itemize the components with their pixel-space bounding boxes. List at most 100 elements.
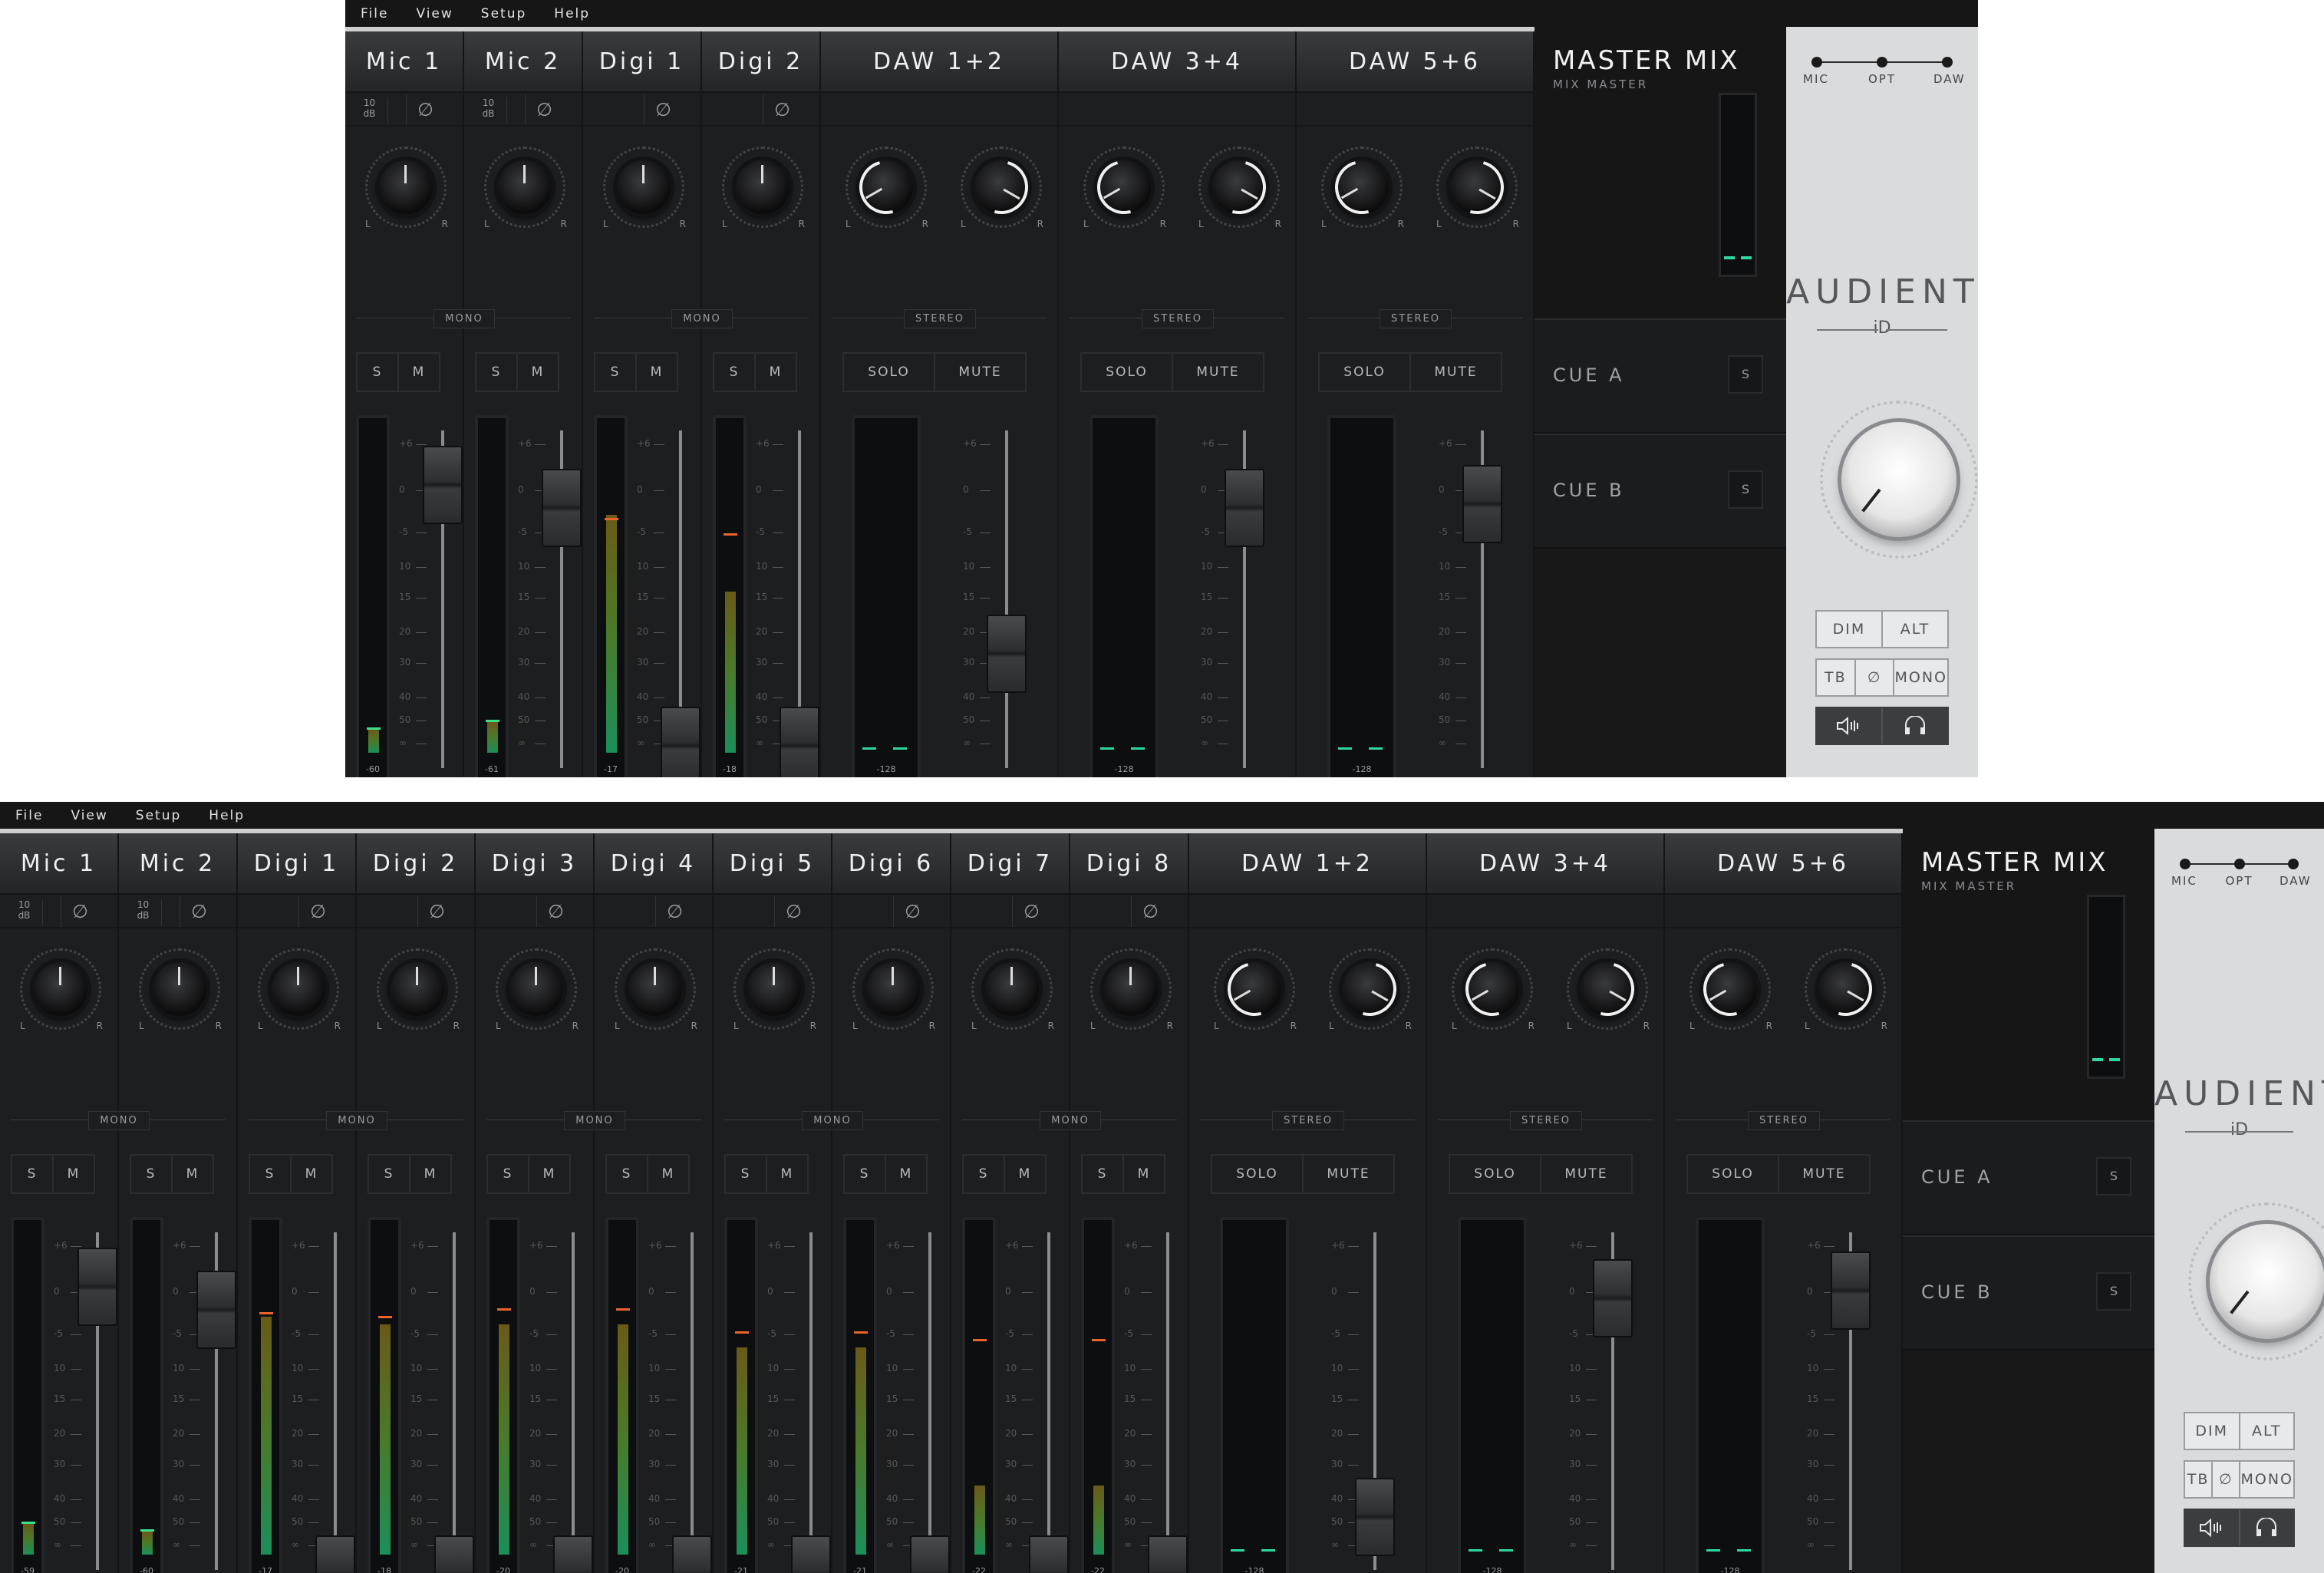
pan-knob[interactable]: LR [592, 139, 692, 254]
pan-knob[interactable]: LR [1073, 139, 1172, 254]
volume-fader[interactable] [553, 1535, 593, 1573]
source-selector[interactable]: MIC OPT DAW [1803, 57, 1964, 86]
volume-fader[interactable] [1355, 1478, 1395, 1556]
link-mode-toggle[interactable]: MONO [345, 309, 583, 328]
pan-knob[interactable]: LR [247, 941, 347, 1056]
channel-name[interactable]: Mic 2 [119, 833, 236, 895]
phase-invert-button[interactable]: ∅ [525, 94, 563, 125]
source-dot-icon[interactable] [2180, 859, 2190, 869]
pan-knob[interactable]: LR [835, 139, 935, 254]
mute-button[interactable]: M [637, 354, 677, 391]
mute-button[interactable]: M [410, 1156, 450, 1192]
phase-button[interactable]: ∅ [2213, 1462, 2241, 1497]
volume-fader[interactable] [434, 1535, 474, 1573]
solo-button[interactable]: S [726, 1156, 767, 1192]
phase-invert-button[interactable]: ∅ [1131, 896, 1169, 927]
menu-file[interactable]: File [15, 808, 43, 823]
solo-button[interactable]: S [1083, 1156, 1124, 1192]
talkback-button[interactable]: TB [1817, 660, 1856, 695]
mute-button[interactable]: M [648, 1156, 688, 1192]
channel-name[interactable]: Digi 8 [1070, 833, 1188, 895]
dim-button[interactable]: DIM [1817, 612, 1883, 647]
cue-b-mix[interactable]: CUE B S [1903, 1235, 2154, 1350]
channel-name[interactable]: Digi 2 [702, 31, 819, 93]
volume-fader[interactable] [196, 1271, 236, 1349]
volume-fader[interactable] [1148, 1535, 1188, 1573]
source-dot-icon[interactable] [1811, 57, 1822, 68]
source-dot-icon[interactable] [1877, 57, 1887, 68]
volume-fader[interactable] [1225, 469, 1264, 547]
pan-knob[interactable]: LR [842, 941, 941, 1056]
link-mode-toggle[interactable]: MONO [583, 309, 821, 328]
mute-button[interactable]: MUTE [1304, 1156, 1393, 1192]
mute-button[interactable]: M [767, 1156, 807, 1192]
solo-button[interactable]: SOLO [1082, 354, 1173, 391]
volume-fader[interactable] [77, 1248, 117, 1326]
solo-button[interactable]: S [369, 1156, 410, 1192]
phase-invert-button[interactable]: ∅ [893, 896, 931, 927]
monitor-volume-knob[interactable] [2210, 1224, 2324, 1339]
menu-view[interactable]: View [416, 6, 453, 21]
channel-name[interactable]: Digi 7 [951, 833, 1069, 895]
link-mode-toggle[interactable]: STEREO [1059, 309, 1297, 328]
pan-knob[interactable]: LR [1203, 941, 1303, 1056]
phase-invert-button[interactable]: ∅ [644, 94, 682, 125]
phase-invert-button[interactable]: ∅ [298, 896, 337, 927]
link-mode-toggle[interactable]: MONO [0, 1111, 238, 1130]
phase-invert-button[interactable]: ∅ [180, 896, 218, 927]
mute-button[interactable]: M [399, 354, 439, 391]
pan-knob[interactable]: LR [485, 941, 585, 1056]
solo-button[interactable]: S [488, 1156, 529, 1192]
channel-name[interactable]: Mic 1 [0, 833, 117, 895]
solo-button[interactable]: SOLO [1212, 1156, 1304, 1192]
cue-a-solo-button[interactable]: S [2096, 1157, 2131, 1195]
alt-button[interactable]: ALT [2240, 1413, 2294, 1449]
monitor-volume-knob[interactable] [1841, 422, 1956, 537]
phase-invert-button[interactable]: ∅ [536, 896, 575, 927]
speaker-icon[interactable] [2185, 1510, 2240, 1545]
pan-knob[interactable]: LR [1080, 941, 1179, 1056]
cue-a-mix[interactable]: CUE A S [1903, 1120, 2154, 1235]
channel-name[interactable]: Digi 3 [476, 833, 593, 895]
phase-invert-button[interactable]: ∅ [774, 896, 813, 927]
source-selector[interactable]: MIC OPT DAW [2171, 859, 2310, 888]
solo-button[interactable]: SOLO [1450, 1156, 1541, 1192]
menu-file[interactable]: File [361, 6, 388, 21]
mute-button[interactable]: M [886, 1156, 926, 1192]
phase-invert-button[interactable]: ∅ [61, 896, 99, 927]
mute-button[interactable]: M [173, 1156, 213, 1192]
channel-name[interactable]: DAW 5+6 [1297, 31, 1533, 93]
volume-fader[interactable] [791, 1535, 831, 1573]
menu-setup[interactable]: Setup [136, 808, 181, 823]
cue-b-solo-button[interactable]: S [2096, 1272, 2131, 1311]
gain-readout[interactable]: 10 dB [351, 97, 388, 124]
link-mode-toggle[interactable]: MONO [714, 1111, 951, 1130]
gain-readout[interactable]: 10 dB [125, 899, 162, 925]
gain-readout[interactable]: 10 dB [6, 899, 43, 925]
volume-fader[interactable] [542, 469, 582, 547]
channel-name[interactable]: DAW 1+2 [1189, 833, 1426, 895]
mute-button[interactable]: MUTE [1779, 1156, 1869, 1192]
pan-knob[interactable]: LR [1556, 941, 1656, 1056]
pan-knob[interactable]: LR [711, 139, 811, 254]
pan-knob[interactable]: LR [9, 941, 109, 1056]
cue-b-solo-button[interactable]: S [1728, 470, 1763, 509]
volume-fader[interactable] [1593, 1259, 1633, 1337]
pan-knob[interactable]: LR [1441, 941, 1541, 1056]
volume-fader[interactable] [423, 446, 463, 524]
channel-name[interactable]: Mic 2 [464, 31, 582, 93]
cue-a-mix[interactable]: CUE A S [1534, 318, 1786, 434]
volume-fader[interactable] [315, 1535, 355, 1573]
pan-knob[interactable]: LR [961, 941, 1060, 1056]
link-mode-toggle[interactable]: MONO [476, 1111, 714, 1130]
pan-knob[interactable]: LR [1310, 139, 1410, 254]
pan-knob[interactable]: LR [1318, 941, 1418, 1056]
solo-button[interactable]: S [607, 1156, 648, 1192]
mute-button[interactable]: MUTE [1411, 354, 1501, 391]
speaker-icon[interactable] [1817, 708, 1883, 744]
solo-button[interactable]: S [131, 1156, 173, 1192]
channel-name[interactable]: Digi 4 [595, 833, 712, 895]
phase-invert-button[interactable]: ∅ [763, 94, 801, 125]
solo-button[interactable]: S [714, 354, 756, 391]
mute-button[interactable]: M [529, 1156, 569, 1192]
